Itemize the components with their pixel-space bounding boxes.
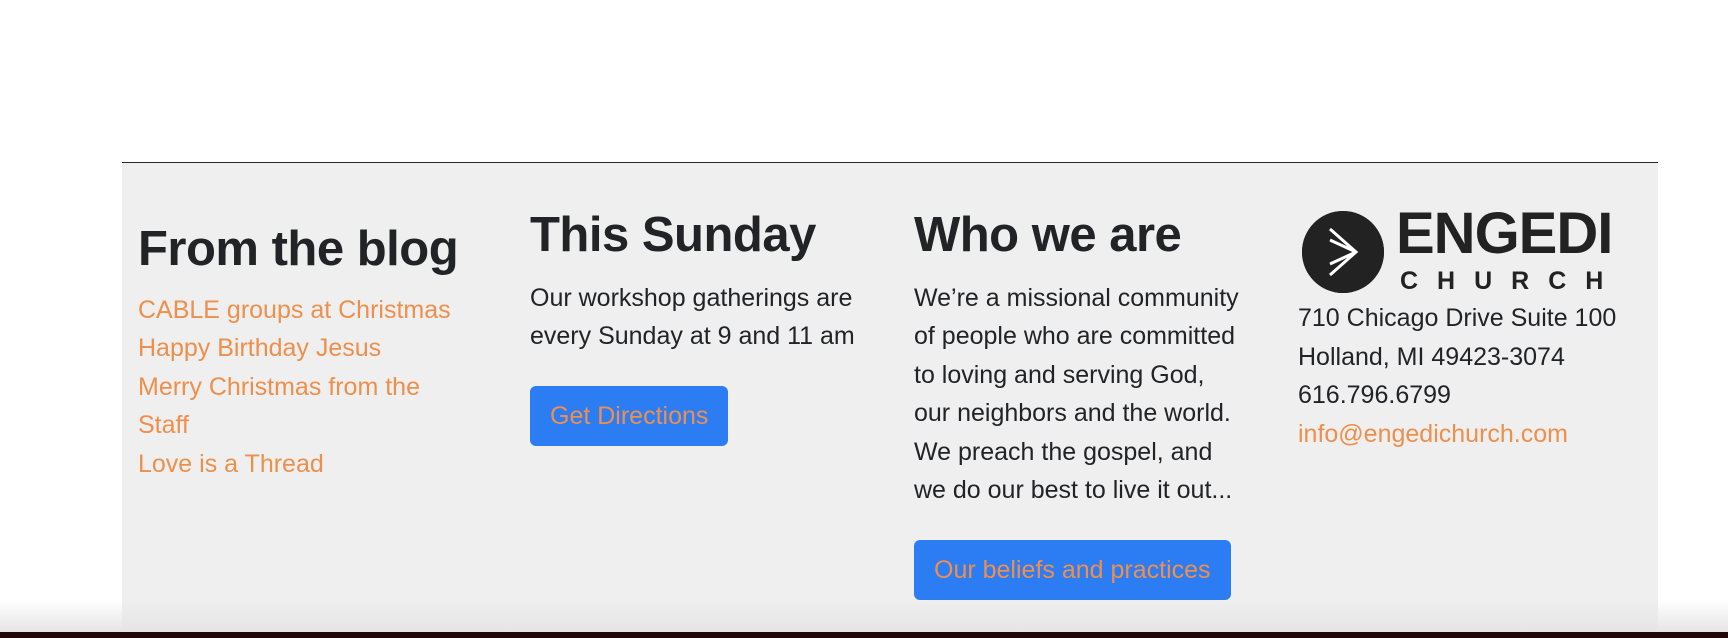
site-footer: From the blog CABLE groups at Christmas …	[122, 162, 1658, 638]
blog-post-link[interactable]: Love is a Thread	[138, 445, 498, 484]
address-line-1: 710 Chicago Drive Suite 100	[1298, 304, 1617, 332]
page-bottom-shadow	[0, 600, 1728, 632]
contact-column: ENGEDI CHURCH 710 Chicago Drive Suite 10…	[1298, 163, 1658, 453]
page-bottom-bar	[0, 632, 1728, 638]
blog-post-list: CABLE groups at Christmas Happy Birthday…	[138, 291, 498, 484]
email-link[interactable]: info@engedichurch.com	[1298, 415, 1658, 454]
service-times-text: Our workshop gatherings are every Sunday…	[530, 283, 855, 351]
engedi-church-logo[interactable]: ENGEDI CHURCH	[1298, 205, 1638, 295]
this-sunday-column: This Sunday Our workshop gatherings are …	[530, 163, 890, 446]
contact-info: 710 Chicago Drive Suite 100 Holland, MI …	[1298, 299, 1658, 453]
get-directions-button[interactable]: Get Directions	[530, 385, 729, 446]
logo-wordmark: ENGEDI	[1396, 201, 1613, 266]
logo-subtitle: CHURCH	[1400, 267, 1623, 295]
chevron-logo-icon	[1302, 211, 1384, 293]
who-we-are-column: Who we are We’re a missional community o…	[914, 163, 1254, 600]
mission-text: We’re a missional community of people wh…	[914, 283, 1239, 505]
blog-column: From the blog CABLE groups at Christmas …	[138, 163, 498, 483]
blog-post-link[interactable]: Happy Birthday Jesus	[138, 329, 498, 368]
phone-number: 616.796.6799	[1298, 381, 1451, 409]
blog-heading: From the blog	[138, 222, 459, 276]
address-line-2: Holland, MI 49423-3074	[1298, 342, 1565, 371]
this-sunday-heading: This Sunday	[530, 208, 816, 262]
blog-post-link[interactable]: CABLE groups at Christmas	[138, 291, 498, 330]
who-we-are-heading: Who we are	[914, 208, 1182, 262]
beliefs-practices-button[interactable]: Our beliefs and practices	[914, 539, 1231, 600]
blog-post-link[interactable]: Merry Christmas from the Staff	[138, 368, 458, 445]
